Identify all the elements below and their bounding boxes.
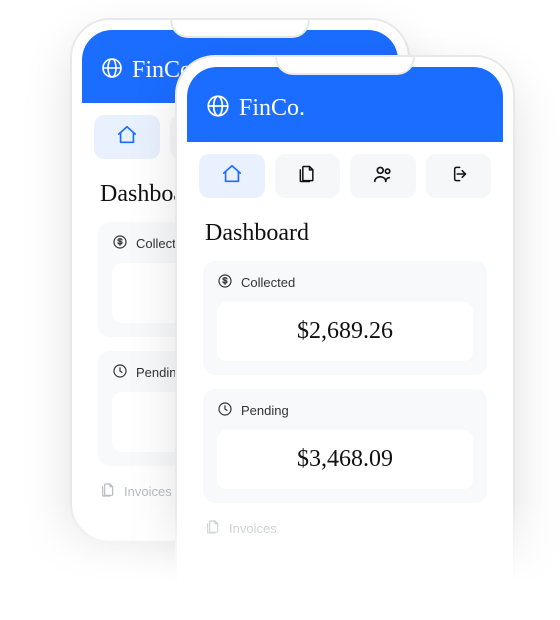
nav-documents[interactable]: [275, 154, 341, 198]
card-pending-value: $3,468.09: [217, 430, 473, 489]
page-title: Dashboard: [205, 220, 487, 247]
brand-name: FinCo.: [239, 95, 305, 122]
logout-icon: [448, 164, 468, 189]
home-icon: [116, 124, 138, 151]
card-pending-label: Pending: [241, 403, 289, 418]
invoices-label: Invoices: [229, 521, 277, 536]
invoice-icon: [205, 519, 221, 538]
card-collected-head: Collected: [217, 273, 473, 292]
clock-icon: [217, 401, 233, 420]
globe-icon: [205, 93, 231, 124]
card-collected-label: Collected: [241, 275, 295, 290]
invoices-label: Invoices: [124, 484, 172, 499]
nav-home[interactable]: [94, 115, 160, 159]
home-icon: [221, 163, 243, 190]
invoice-icon: [100, 482, 116, 501]
card-collected-value: $2,689.26: [217, 302, 473, 361]
nav-logout[interactable]: [426, 154, 492, 198]
nav-users[interactable]: [350, 154, 416, 198]
app-header: FinCo.: [187, 67, 503, 142]
card-collected: Collected $2,689.26: [203, 261, 487, 375]
phone-mockup-front: FinCo.: [175, 55, 515, 615]
phone-notch: [275, 57, 415, 75]
card-pending: Pending $3,468.09: [203, 389, 487, 503]
phone-notch: [170, 20, 310, 38]
page-content: Dashboard Collected $2,689.26: [187, 210, 503, 613]
users-icon: [372, 163, 394, 190]
documents-icon: [297, 164, 317, 189]
screen-front: FinCo.: [187, 67, 503, 613]
nav-bar: [187, 142, 503, 210]
invoices-row[interactable]: Invoices: [203, 517, 487, 540]
globe-icon: [100, 56, 124, 85]
dollar-icon: [217, 273, 233, 292]
nav-home[interactable]: [199, 154, 265, 198]
card-pending-head: Pending: [217, 401, 473, 420]
clock-icon: [112, 363, 128, 382]
dollar-icon: [112, 234, 128, 253]
